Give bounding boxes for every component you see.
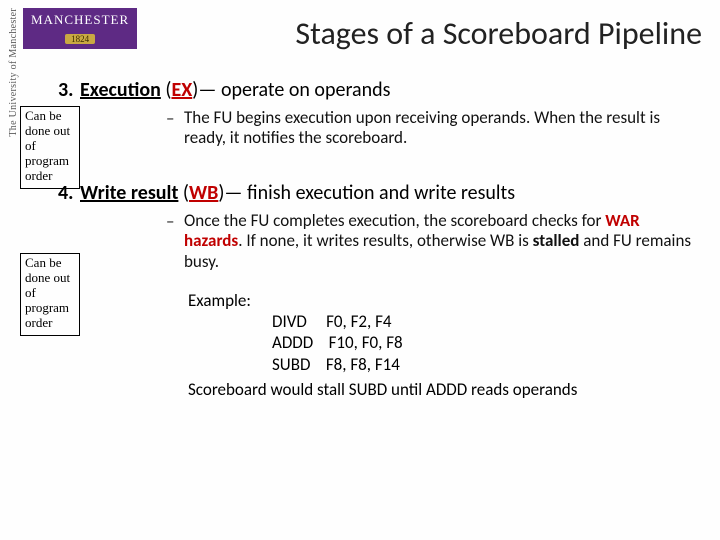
- stalled-word: stalled: [533, 230, 580, 251]
- stage-4-mid: . If none, it writes results, otherwise …: [238, 230, 532, 251]
- stage-3-rest: — operate on operands: [198, 78, 390, 102]
- example-instr-1: DIVD F0, F2, F4: [272, 311, 712, 332]
- stage-4-pre: Once the FU completes execution, the sco…: [184, 210, 605, 231]
- stage-3-abbr: EX: [171, 78, 192, 102]
- logo-year: 1824: [65, 34, 95, 44]
- stage-4-abbr: WB: [189, 181, 218, 205]
- example-conclusion: Scoreboard would stall SUBD until ADDD r…: [188, 379, 712, 400]
- example-instr-3: SUBD F8, F8, F14: [272, 354, 712, 375]
- bullet-dash: –: [166, 108, 184, 129]
- stage-4-rest: — finish execution and write results: [224, 181, 515, 205]
- stage-4-bullet-text: Once the FU completes execution, the sco…: [184, 211, 692, 272]
- stage-3-name: Execution: [80, 78, 161, 102]
- stage-4-number: 4.: [58, 181, 80, 205]
- stage-4-heading: 4. Write result (WB)— finish execution a…: [58, 181, 712, 205]
- slide-title: Stages of a Scoreboard Pipeline: [295, 14, 702, 53]
- stage-3-heading: 3. Execution (EX)— operate on operands: [58, 78, 712, 102]
- logo-main-text: MANCHESTER: [31, 12, 129, 28]
- stage-4-abbr-wrap: (WB): [183, 181, 225, 205]
- example-label: Example:: [188, 290, 712, 311]
- example-block: Example: DIVD F0, F2, F4 ADDD F10, F0, F…: [188, 290, 712, 400]
- stage-3-bullet: – The FU begins execution upon receiving…: [166, 108, 692, 149]
- stage-3-title: Execution (EX)— operate on operands: [80, 78, 390, 102]
- stage-4-title: Write result (WB)— finish execution and …: [80, 181, 515, 205]
- bullet-dash: –: [166, 211, 184, 232]
- example-instr-2: ADDD F10, F0, F8: [272, 332, 712, 353]
- slide-content: 3. Execution (EX)— operate on operands –…: [58, 78, 712, 400]
- stage-4-bullet: – Once the FU completes execution, the s…: [166, 211, 692, 272]
- stage-4-name: Write result: [80, 181, 178, 205]
- logo-badge: MANCHESTER 1824: [23, 8, 137, 49]
- university-side-text: The University of Manchester: [8, 8, 19, 137]
- stage-3-abbr-wrap: (EX): [165, 78, 198, 102]
- stage-3-number: 3.: [58, 78, 80, 102]
- stage-3-bullet-text: The FU begins execution upon receiving o…: [184, 108, 692, 149]
